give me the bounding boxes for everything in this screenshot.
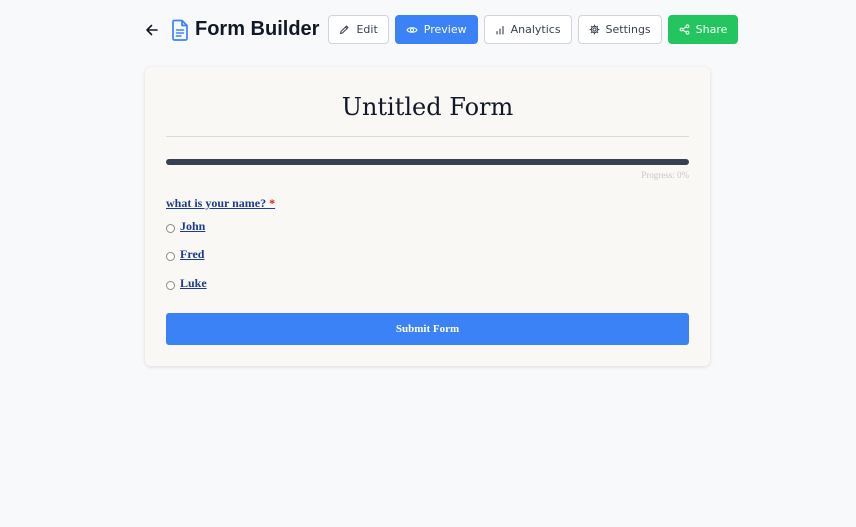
radio-option-john[interactable]: John (166, 219, 205, 233)
question-text: what is your name? (166, 196, 267, 210)
back-button[interactable] (145, 15, 159, 44)
question-label: what is your name? * (166, 196, 275, 211)
edit-button[interactable]: Edit (328, 15, 389, 44)
radio-button[interactable] (166, 251, 175, 261)
bar-chart-icon (496, 25, 504, 35)
settings-button[interactable]: Settings (577, 15, 662, 44)
preview-button-label: Preview (423, 23, 467, 36)
settings-button-label: Settings (605, 23, 651, 36)
gear-icon (589, 24, 600, 35)
analytics-button-label: Analytics (510, 23, 561, 36)
radio-option-luke[interactable]: Luke (166, 276, 207, 290)
progress-bar (166, 159, 689, 165)
pencil-icon (340, 25, 349, 34)
radio-button[interactable] (166, 280, 175, 290)
share-button-label: Share (695, 23, 728, 36)
arrow-left-icon (146, 24, 158, 35)
form-preview-card: Untitled Form Progress: 0% what is your … (145, 67, 710, 366)
form-title: Untitled Form (341, 93, 514, 121)
eye-icon (406, 26, 418, 33)
top-bar: Form Builder Edit Preview Analytics Sett… (145, 15, 739, 44)
title-divider (166, 136, 689, 137)
analytics-button[interactable]: Analytics (483, 15, 572, 44)
toolbar-actions: Edit Preview Analytics Settings Share (328, 15, 739, 44)
option-label: Luke (180, 276, 207, 290)
option-label: Fred (180, 247, 205, 261)
progress-label: Progress: 0% (641, 170, 689, 180)
submit-form-button[interactable]: Submit Form (166, 313, 689, 345)
radio-button[interactable] (166, 223, 175, 233)
radio-option-fred[interactable]: Fred (166, 247, 204, 261)
share-icon (679, 24, 690, 35)
file-text-icon (171, 15, 189, 44)
app-title: Form Builder (195, 18, 320, 40)
required-marker: * (269, 196, 276, 210)
share-button[interactable]: Share (667, 15, 739, 44)
preview-button[interactable]: Preview (394, 15, 478, 44)
edit-button-label: Edit (356, 23, 378, 36)
option-label: John (180, 219, 206, 233)
